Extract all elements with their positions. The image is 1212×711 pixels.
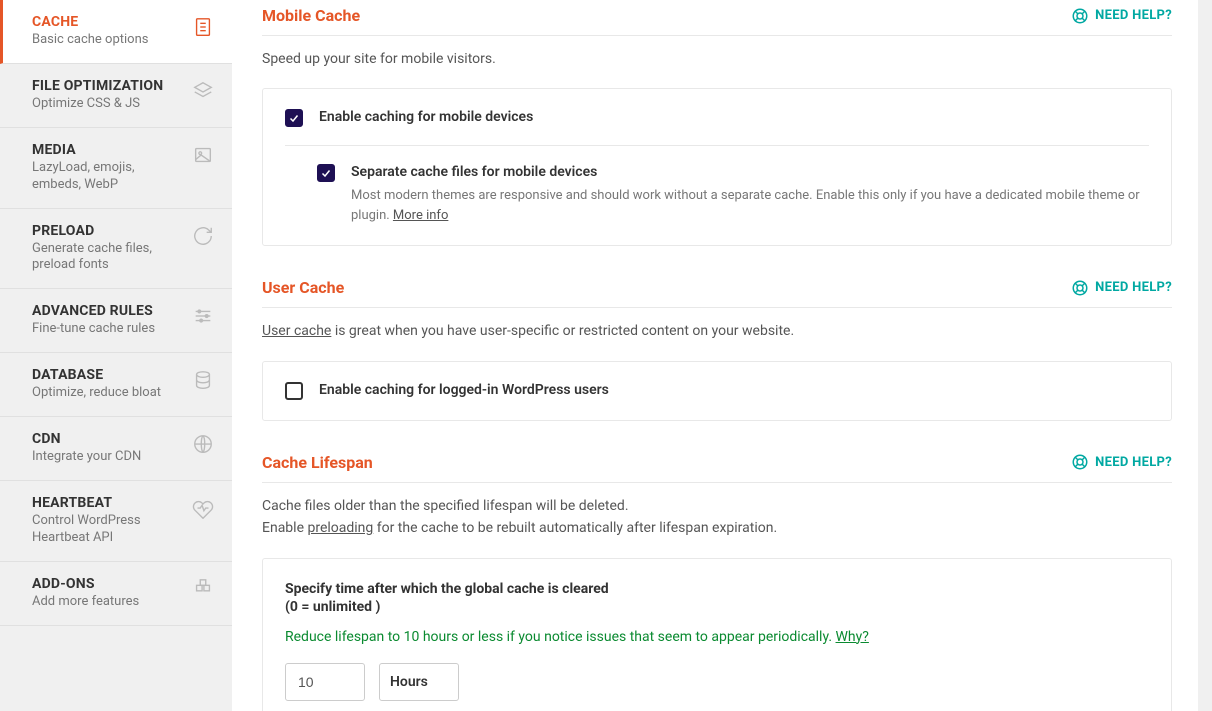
help-link[interactable]: NEED HELP? [1071, 7, 1172, 25]
more-info-link[interactable]: More info [393, 208, 448, 223]
section-mobile-cache: Mobile Cache NEED HELP? Speed up your si… [262, 0, 1172, 246]
checkbox-label: Enable caching for logged-in WordPress u… [319, 382, 1149, 398]
database-icon [192, 369, 214, 391]
help-icon [1071, 7, 1089, 25]
sliders-icon [192, 305, 214, 327]
checkbox-description: Most modern themes are responsive and sh… [351, 186, 1149, 225]
nav-sub: LazyLoad, emojis, embeds, WebP [32, 160, 184, 194]
separate-mobile-cache-checkbox[interactable] [317, 164, 335, 182]
nav-title: DATABASE [32, 367, 184, 383]
nav-title: CDN [32, 431, 184, 447]
nav-title: MEDIA [32, 142, 184, 158]
lifespan-panel-title: Specify time after which the global cach… [285, 581, 1149, 597]
enable-user-caching-checkbox[interactable] [285, 382, 303, 400]
nav-title: PRELOAD [32, 223, 184, 239]
sidebar-item-heartbeat[interactable]: HEARTBEAT Control WordPress Heartbeat AP… [0, 481, 232, 562]
section-title: Cache Lifespan [262, 453, 373, 472]
section-description: Speed up your site for mobile visitors. [262, 48, 1172, 70]
sidebar-item-cache[interactable]: CACHE Basic cache options [0, 0, 232, 64]
mobile-cache-panel: Enable caching for mobile devices Separa… [262, 88, 1172, 246]
nav-sub: Basic cache options [32, 32, 184, 49]
lifespan-panel: Specify time after which the global cach… [262, 558, 1172, 711]
sidebar-item-media[interactable]: MEDIA LazyLoad, emojis, embeds, WebP [0, 128, 232, 209]
globe-icon [192, 433, 214, 455]
nav-title: HEARTBEAT [32, 495, 184, 511]
nav-sub: Integrate your CDN [32, 449, 184, 466]
help-label: NEED HELP? [1095, 455, 1172, 470]
heartbeat-icon [192, 497, 214, 519]
lifespan-unit-select[interactable]: Hours [379, 663, 459, 701]
checkbox-label: Enable caching for mobile devices [319, 109, 1149, 125]
help-label: NEED HELP? [1095, 280, 1172, 295]
why-link[interactable]: Why? [836, 629, 869, 645]
section-description: User cache is great when you have user-s… [262, 320, 1172, 342]
section-cache-lifespan: Cache Lifespan NEED HELP? Cache files ol… [262, 447, 1172, 711]
sidebar-item-preload[interactable]: PRELOAD Generate cache files, preload fo… [0, 209, 232, 290]
user-cache-link[interactable]: User cache [262, 323, 331, 339]
lifespan-value-input[interactable] [285, 663, 365, 701]
section-title: User Cache [262, 278, 344, 297]
nav-sub: Fine-tune cache rules [32, 321, 184, 338]
main-content: Mobile Cache NEED HELP? Speed up your si… [232, 0, 1198, 711]
sidebar-item-advanced-rules[interactable]: ADVANCED RULES Fine-tune cache rules [0, 289, 232, 353]
nav-sub: Optimize, reduce bloat [32, 385, 184, 402]
nav-title: ADVANCED RULES [32, 303, 184, 319]
sidebar-item-cdn[interactable]: CDN Integrate your CDN [0, 417, 232, 481]
nav-sub: Optimize CSS & JS [32, 96, 184, 113]
nav-title: FILE OPTIMIZATION [32, 78, 184, 94]
checkbox-label: Separate cache files for mobile devices [351, 164, 1149, 180]
lifespan-panel-subtitle: (0 = unlimited ) [285, 599, 1149, 615]
nav-sub: Add more features [32, 594, 184, 611]
refresh-icon [192, 225, 214, 247]
help-link[interactable]: NEED HELP? [1071, 279, 1172, 297]
nav-sub: Generate cache files, preload fonts [32, 241, 184, 275]
sidebar-item-file-optimization[interactable]: FILE OPTIMIZATION Optimize CSS & JS [0, 64, 232, 128]
divider [285, 145, 1149, 146]
enable-mobile-caching-checkbox[interactable] [285, 109, 303, 127]
user-cache-panel: Enable caching for logged-in WordPress u… [262, 361, 1172, 421]
nav-title: CACHE [32, 14, 184, 30]
preloading-link[interactable]: preloading [307, 520, 373, 536]
help-icon [1071, 279, 1089, 297]
image-icon [192, 144, 214, 166]
sidebar-item-database[interactable]: DATABASE Optimize, reduce bloat [0, 353, 232, 417]
nav-title: ADD-ONS [32, 576, 184, 592]
puzzle-icon [192, 578, 214, 600]
help-link[interactable]: NEED HELP? [1071, 453, 1172, 471]
sidebar: CACHE Basic cache options FILE OPTIMIZAT… [0, 0, 232, 711]
nav-sub: Control WordPress Heartbeat API [32, 513, 184, 547]
help-label: NEED HELP? [1095, 8, 1172, 23]
section-title: Mobile Cache [262, 6, 360, 25]
lifespan-note: Reduce lifespan to 10 hours or less if y… [285, 629, 1149, 645]
sidebar-item-addons[interactable]: ADD-ONS Add more features [0, 562, 232, 626]
file-icon [192, 16, 214, 38]
layers-icon [192, 80, 214, 102]
help-icon [1071, 453, 1089, 471]
section-user-cache: User Cache NEED HELP? User cache is grea… [262, 272, 1172, 420]
section-description: Cache files older than the specified lif… [262, 495, 1172, 540]
